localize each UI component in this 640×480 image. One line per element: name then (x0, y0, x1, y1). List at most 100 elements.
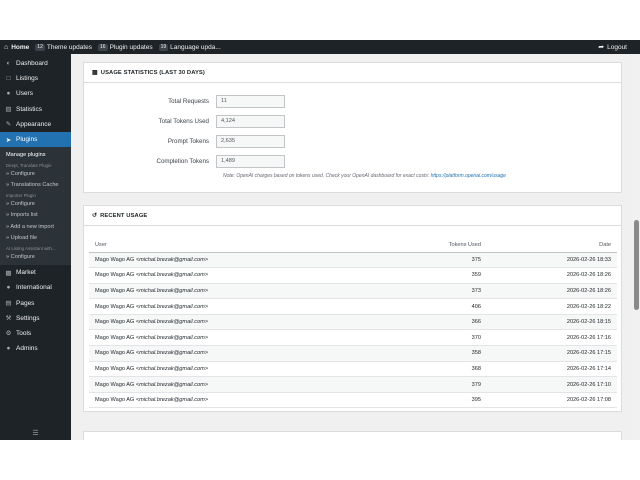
sidebar-item-settings[interactable]: ⚒ Settings (0, 311, 71, 326)
sidebar-item-appearance[interactable]: ✎ Appearance (0, 117, 71, 132)
user-cell: Mago Wago AG <michal.brezak@gmail.com> (89, 376, 407, 393)
sidebar-item-admins[interactable]: ● Admins (0, 341, 71, 356)
submenu-translations-cache[interactable]: » Translations Cache (0, 180, 71, 192)
submenu-configure[interactable]: » Configure (0, 169, 71, 181)
table-row: Mago Wago AG <michal.brezak@gmail.com> 37… (89, 252, 617, 269)
panel-title: USAGE STATISTICS (LAST 30 DAYS) (100, 69, 205, 76)
user-email: <michal.brezak@gmail.com> (135, 350, 209, 357)
scrollbar[interactable] (633, 54, 640, 440)
tokens-cell: 370 (407, 329, 487, 347)
date-cell: 2026-02-26 18:26 (487, 267, 617, 284)
submenu-imports-list[interactable]: » Imports list (0, 210, 71, 222)
plugin-updates-link[interactable]: 16 Plugin updates (95, 40, 156, 54)
sidebar-item-label: Pages (16, 299, 35, 307)
user-name: Mago Wago AG (95, 334, 135, 341)
user-name: Mago Wago AG (95, 319, 135, 326)
openai-usage-link[interactable]: https://platform.openai.com/usage (431, 173, 506, 179)
plugins-submenu: Manage plugins Deepl, Translate Plugin »… (0, 147, 71, 266)
wrench-icon: ⚒ (5, 315, 12, 323)
appearance-icon: ✎ (5, 121, 12, 129)
listings-icon: □ (6, 75, 11, 83)
plugins-icon: ➤ (5, 136, 12, 144)
submenu-configure[interactable]: » Configure (0, 252, 71, 264)
user-cell: Mago Wago AG <michal.brezak@gmail.com> (89, 283, 407, 300)
prompt-tokens-field[interactable]: 2,635 (216, 134, 285, 148)
home-link[interactable]: ⌂ Home (0, 40, 32, 54)
gears-icon: ⚙ (5, 330, 12, 338)
hamburger-icon: ☰ (32, 430, 39, 437)
user-email: <michal.brezak@gmail.com> (135, 303, 209, 310)
sidebar-item-pages[interactable]: ▤ Pages (0, 296, 71, 311)
theme-updates-count: 12 (35, 43, 45, 51)
recent-usage-table: User Tokens Used Date Mago Wago AG <mich… (89, 238, 617, 409)
completion-tokens-field[interactable]: 1,489 (216, 154, 285, 168)
user-email: <michal.brezak@gmail.com> (135, 319, 209, 326)
sidebar-item-statistics[interactable]: ▧ Statistics (0, 102, 71, 117)
submenu-manage-plugins[interactable]: Manage plugins (0, 150, 71, 162)
user-email: <michal.brezak@gmail.com> (135, 256, 209, 263)
sidebar-item-label: Listings (16, 75, 39, 83)
stat-completion-tokens: Completion Tokens 1,489 (84, 154, 285, 168)
sidebar-item-label: International (16, 284, 52, 292)
admins-icon: ● (6, 345, 11, 353)
date-cell: 2026-02-26 17:10 (487, 376, 617, 393)
sidebar-item-plugins[interactable]: ➤ Plugins (0, 131, 71, 148)
home-label: Home (11, 43, 30, 51)
user-name: Mago Wago AG (95, 256, 135, 263)
collapse-menu-button[interactable]: ☰ (0, 426, 71, 440)
submenu-configure[interactable]: » Configure (0, 199, 71, 211)
user-email: <michal.brezak@gmail.com> (135, 287, 209, 294)
logout-link[interactable]: ➦ Logout (595, 40, 640, 54)
submenu-group-heading: Deepl, Translate Plugin (6, 162, 52, 168)
sidebar-item-label: Plugins (16, 136, 38, 144)
submenu-add-import[interactable]: » Add a new import (0, 222, 71, 234)
next-panel (83, 431, 622, 440)
sidebar-item-market[interactable]: ▩ Market (0, 265, 71, 280)
sidebar-item-label: Dashboard (16, 60, 48, 68)
tokens-cell: 406 (407, 298, 487, 315)
tokens-cell: 359 (407, 267, 487, 284)
history-icon: ↺ (92, 213, 98, 219)
theme-updates-label: Theme updates (46, 43, 93, 51)
table-row: Mago Wago AG <michal.brezak@gmail.com> 35… (89, 267, 617, 284)
sidebar-item-listings[interactable]: □ Listings (0, 71, 71, 86)
top-blank-area (0, 0, 640, 40)
sidebar-item-label: Appearance (16, 120, 52, 128)
total-requests-field[interactable]: 11 (216, 94, 285, 108)
stat-label: Prompt Tokens (167, 137, 209, 145)
submenu-group-heading: Importer Plugin (6, 192, 36, 198)
user-name: Mago Wago AG (95, 287, 135, 294)
panel-title: RECENT USAGE (100, 212, 148, 219)
user-name: Mago Wago AG (95, 397, 135, 404)
user-name: Mago Wago AG (95, 350, 135, 357)
sidebar-item-users[interactable]: ● Users (0, 86, 71, 101)
column-header-tokens: Tokens Used (407, 238, 487, 253)
sidebar-item-international[interactable]: ● International (0, 280, 71, 295)
admin-bar: ⌂ Home 12 Theme updates 16 Plugin update… (0, 40, 640, 54)
sidebar-item-dashboard[interactable]: ◐ Dashboard (0, 56, 71, 71)
scrollbar-thumb[interactable] (634, 220, 639, 310)
language-updates-link[interactable]: 19 Language upda... (156, 40, 224, 54)
users-icon: ● (6, 90, 11, 98)
date-cell: 2026-02-26 17:14 (487, 361, 617, 378)
stat-total-requests: Total Requests 11 (84, 94, 285, 108)
user-cell: Mago Wago AG <michal.brezak@gmail.com> (89, 298, 407, 315)
user-email: <michal.brezak@gmail.com> (135, 272, 209, 279)
table-row: Mago Wago AG <michal.brezak@gmail.com> 39… (89, 392, 617, 409)
user-cell: Mago Wago AG <michal.brezak@gmail.com> (89, 329, 407, 347)
table-row: Mago Wago AG <michal.brezak@gmail.com> 36… (89, 314, 617, 331)
user-name: Mago Wago AG (95, 381, 135, 388)
market-icon: ▩ (5, 269, 12, 277)
pages-icon: ▤ (5, 300, 12, 308)
theme-updates-link[interactable]: 12 Theme updates (32, 40, 95, 54)
user-email: <michal.brezak@gmail.com> (135, 365, 209, 372)
submenu-group-heading: AI Listing Assistant with... (6, 245, 56, 251)
cost-note-text: Note: OpenAI charges based on tokens use… (223, 173, 430, 179)
bar-chart-icon: ▩ (92, 70, 98, 76)
sidebar-item-label: Tools (16, 329, 32, 337)
submenu-upload-file[interactable]: » Upload file (0, 233, 71, 245)
sidebar-item-tools[interactable]: ⚙ Tools (0, 326, 71, 341)
total-tokens-field[interactable]: 4,124 (216, 114, 285, 128)
sidebar-item-label: Statistics (16, 105, 43, 113)
user-cell: Mago Wago AG <michal.brezak@gmail.com> (89, 267, 407, 284)
